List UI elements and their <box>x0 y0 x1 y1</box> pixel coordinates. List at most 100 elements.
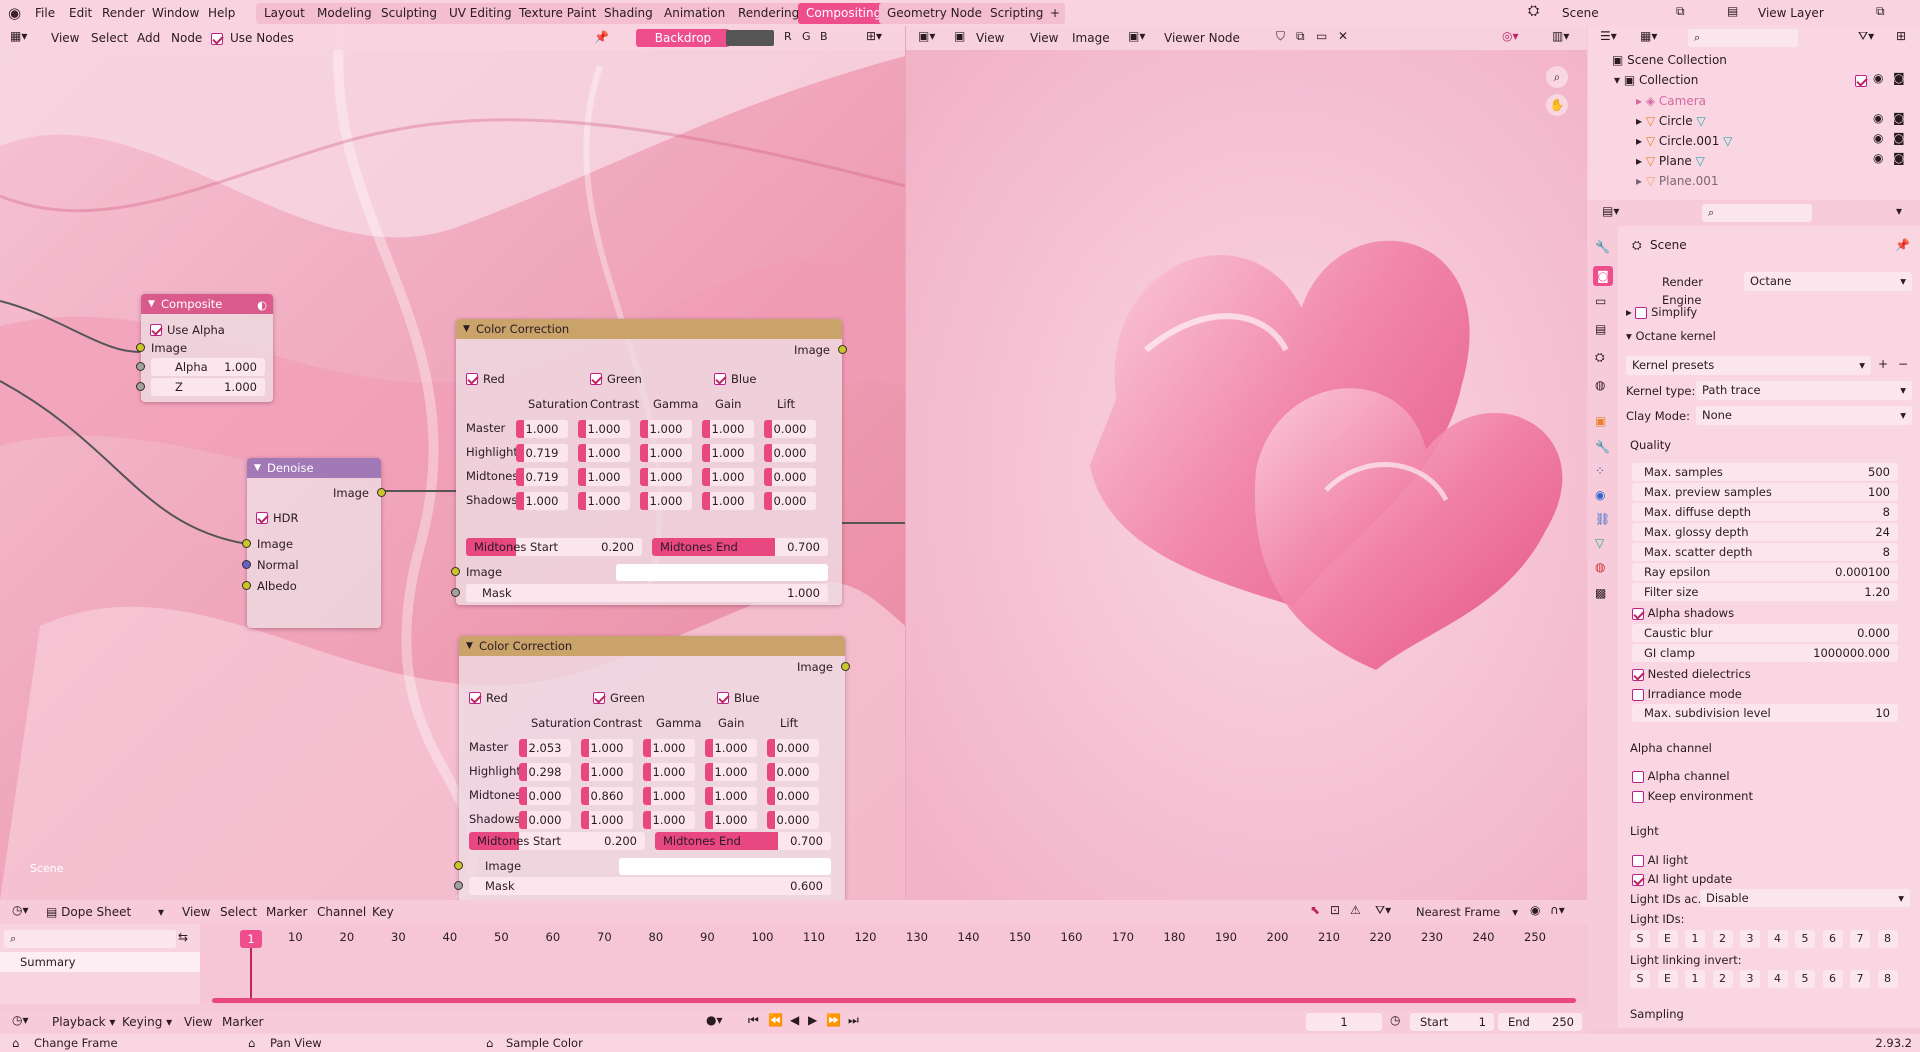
play-reverse-icon[interactable]: ◀ <box>790 1013 799 1027</box>
cc2-value-field[interactable]: 1.000 <box>643 811 695 829</box>
cc2-header[interactable]: ▼ Color Correction <box>459 636 845 656</box>
cc1-value-field[interactable]: 1.000 <box>578 444 630 462</box>
collection-eye-icon[interactable]: ◉ <box>1873 71 1883 85</box>
cc1-header[interactable]: ▼ Color Correction <box>456 319 842 339</box>
collapse-icon[interactable]: ▼ <box>466 636 473 656</box>
physics-tab-icon[interactable]: ◉ <box>1595 488 1605 502</box>
image-editor-type-icon[interactable]: ▣▾ <box>918 29 935 43</box>
dope-editor-type-icon[interactable]: ◷▾ <box>12 903 29 917</box>
add-workspace-icon[interactable]: + <box>1045 3 1066 24</box>
display-mode-icon[interactable]: ▦▾ <box>1640 29 1657 43</box>
tab-animation[interactable]: Animation <box>656 3 734 24</box>
outliner-search-input[interactable]: ⌕ <box>1688 29 1798 47</box>
view-mode-icon[interactable]: ▣ <box>954 29 965 43</box>
light-id-button[interactable]: 2 <box>1712 930 1733 948</box>
folder-icon[interactable]: ▭ <box>1316 29 1327 43</box>
render-icon[interactable]: ◙ <box>1893 111 1905 125</box>
light-link-button[interactable]: 2 <box>1712 970 1733 988</box>
outliner-scene-collection[interactable]: ▣ Scene Collection <box>1612 50 1727 70</box>
pin-icon[interactable]: 📌 <box>1895 238 1910 252</box>
menu-view[interactable]: View <box>1026 28 1062 48</box>
falloff-icon[interactable]: ∩▾ <box>1550 903 1565 917</box>
light-id-button[interactable]: 7 <box>1850 930 1870 948</box>
tab-rendering[interactable]: Rendering <box>730 3 808 24</box>
cc2-value-field[interactable]: 1.000 <box>581 763 633 781</box>
dope-menu-key[interactable]: Key <box>368 902 398 922</box>
cc2-value-field[interactable]: 0.000 <box>767 763 819 781</box>
play-icon[interactable]: ▶ <box>808 1013 817 1027</box>
constraints-tab-icon[interactable]: ⛓ <box>1595 512 1610 526</box>
render-icon[interactable]: ◙ <box>1893 151 1905 165</box>
only-selected-icon[interactable]: ⬉ <box>1310 903 1320 917</box>
outliner-item-circle-001[interactable]: ▸ ▽ Circle.001 ▽ <box>1636 131 1732 151</box>
cc1-value-field[interactable]: 0.000 <box>764 468 816 486</box>
cc2-value-field[interactable]: 1.000 <box>705 763 757 781</box>
cc1-value-field[interactable]: 0.719 <box>516 444 568 462</box>
cc1-value-field[interactable]: 1.000 <box>640 468 692 486</box>
composite-image-socket[interactable] <box>136 343 145 352</box>
close-icon[interactable]: ✕ <box>1338 29 1348 43</box>
light-link-button[interactable]: 7 <box>1850 970 1870 988</box>
quality-field[interactable]: Max. scatter depth 8 <box>1632 543 1898 561</box>
use-alpha-checkbox[interactable] <box>150 322 162 336</box>
light-id-button[interactable]: 8 <box>1877 930 1898 948</box>
irradiance-mode-checkbox[interactable]: Irradiance mode <box>1632 685 1898 703</box>
denoise-node[interactable]: ▼ Denoise Image HDR Image Normal Albedo <box>242 458 386 628</box>
cc1-value-field[interactable]: 1.000 <box>702 420 754 438</box>
cc2-out-image-socket[interactable] <box>841 662 850 671</box>
light-id-button[interactable]: E <box>1657 930 1678 948</box>
keying-dropdown[interactable]: Keying ▾ <box>122 1013 172 1031</box>
view-layer-tab-icon[interactable]: ▤ <box>1595 322 1606 336</box>
simplify-panel[interactable]: ▸ Simplify <box>1626 303 1892 321</box>
menu-edit[interactable]: Edit <box>62 3 99 23</box>
color-correction-node-1[interactable]: ▼ Color Correction Image Red Green Blue … <box>451 319 847 605</box>
quality-field[interactable]: Max. preview samples 100 <box>1632 483 1898 501</box>
remove-preset-icon[interactable]: − <box>1898 357 1908 371</box>
cc1-value-field[interactable]: 1.000 <box>578 492 630 510</box>
collapse-icon[interactable]: ▼ <box>463 319 470 339</box>
filter-icon[interactable]: ⛛▾ <box>1858 29 1874 44</box>
outliner-item-camera[interactable]: ▸ ◈ Camera <box>1636 91 1706 111</box>
cc1-blue-checkbox[interactable] <box>714 371 726 385</box>
scene-name-field[interactable]: Scene <box>1558 4 1688 22</box>
cc1-value-field[interactable]: 0.000 <box>764 420 816 438</box>
cc2-red-checkbox[interactable] <box>469 690 481 704</box>
timeline-type-icon[interactable]: ◷▾ <box>12 1013 29 1027</box>
cc2-green-checkbox[interactable] <box>593 690 605 704</box>
cc1-value-field[interactable]: 0.719 <box>516 468 568 486</box>
light-id-button[interactable]: 6 <box>1822 930 1843 948</box>
outliner-item-plane[interactable]: ▸ ▽ Plane ▽ <box>1636 151 1705 171</box>
cc2-value-field[interactable]: 0.000 <box>767 739 819 757</box>
cc1-mask-field[interactable]: Mask 1.000 <box>466 584 828 602</box>
new-collection-icon[interactable]: ⊞ <box>1896 29 1906 43</box>
tab-sculpting[interactable]: Sculpting <box>373 3 446 24</box>
render-engine-dropdown[interactable]: Octane ▾ <box>1744 272 1912 291</box>
cc2-value-field[interactable]: 0.298 <box>519 763 571 781</box>
eye-icon[interactable]: ◉ <box>1873 131 1883 145</box>
cc2-value-field[interactable]: 0.000 <box>767 811 819 829</box>
menu-window[interactable]: Window <box>145 3 206 23</box>
hand-pan-icon[interactable]: ✋ <box>1546 94 1568 116</box>
octane-kernel-panel[interactable]: ▾ Octane kernel <box>1626 327 1892 345</box>
caustic-blur-field[interactable]: Caustic blur 0.000 <box>1632 624 1898 642</box>
cc2-in-image-socket[interactable] <box>454 861 463 870</box>
composite-node-header[interactable]: ▼ Composite ◐ <box>141 294 273 314</box>
playback-dropdown[interactable]: Playback ▾ <box>52 1013 115 1031</box>
quality-field[interactable]: Filter size 1.20 <box>1632 583 1898 601</box>
dope-menu-select[interactable]: Select <box>216 902 261 922</box>
light-link-button[interactable]: S <box>1630 970 1650 988</box>
nested-dielectrics-checkbox[interactable]: Nested dielectrics <box>1632 665 1898 683</box>
denoise-image-socket[interactable] <box>242 539 251 548</box>
current-frame-field[interactable]: 1 <box>1306 1013 1382 1031</box>
quality-field[interactable]: Max. samples 500 <box>1632 463 1898 481</box>
light-link-button[interactable]: 6 <box>1822 970 1843 988</box>
collapse-icon[interactable]: ▼ <box>148 294 155 314</box>
start-frame-field[interactable]: Start 1 <box>1410 1013 1494 1031</box>
composite-alpha-field[interactable]: Alpha 1.000 <box>151 358 265 376</box>
cc1-value-field[interactable]: 1.000 <box>578 468 630 486</box>
cc2-value-field[interactable]: 1.000 <box>643 739 695 757</box>
kernel-presets-dropdown[interactable]: Kernel presets ▾ <box>1626 356 1871 375</box>
shield-icon[interactable]: ⛉ <box>1276 29 1285 44</box>
texture-tab-icon[interactable]: ▩ <box>1595 586 1606 600</box>
dope-menu-channel[interactable]: Channel <box>313 902 370 922</box>
